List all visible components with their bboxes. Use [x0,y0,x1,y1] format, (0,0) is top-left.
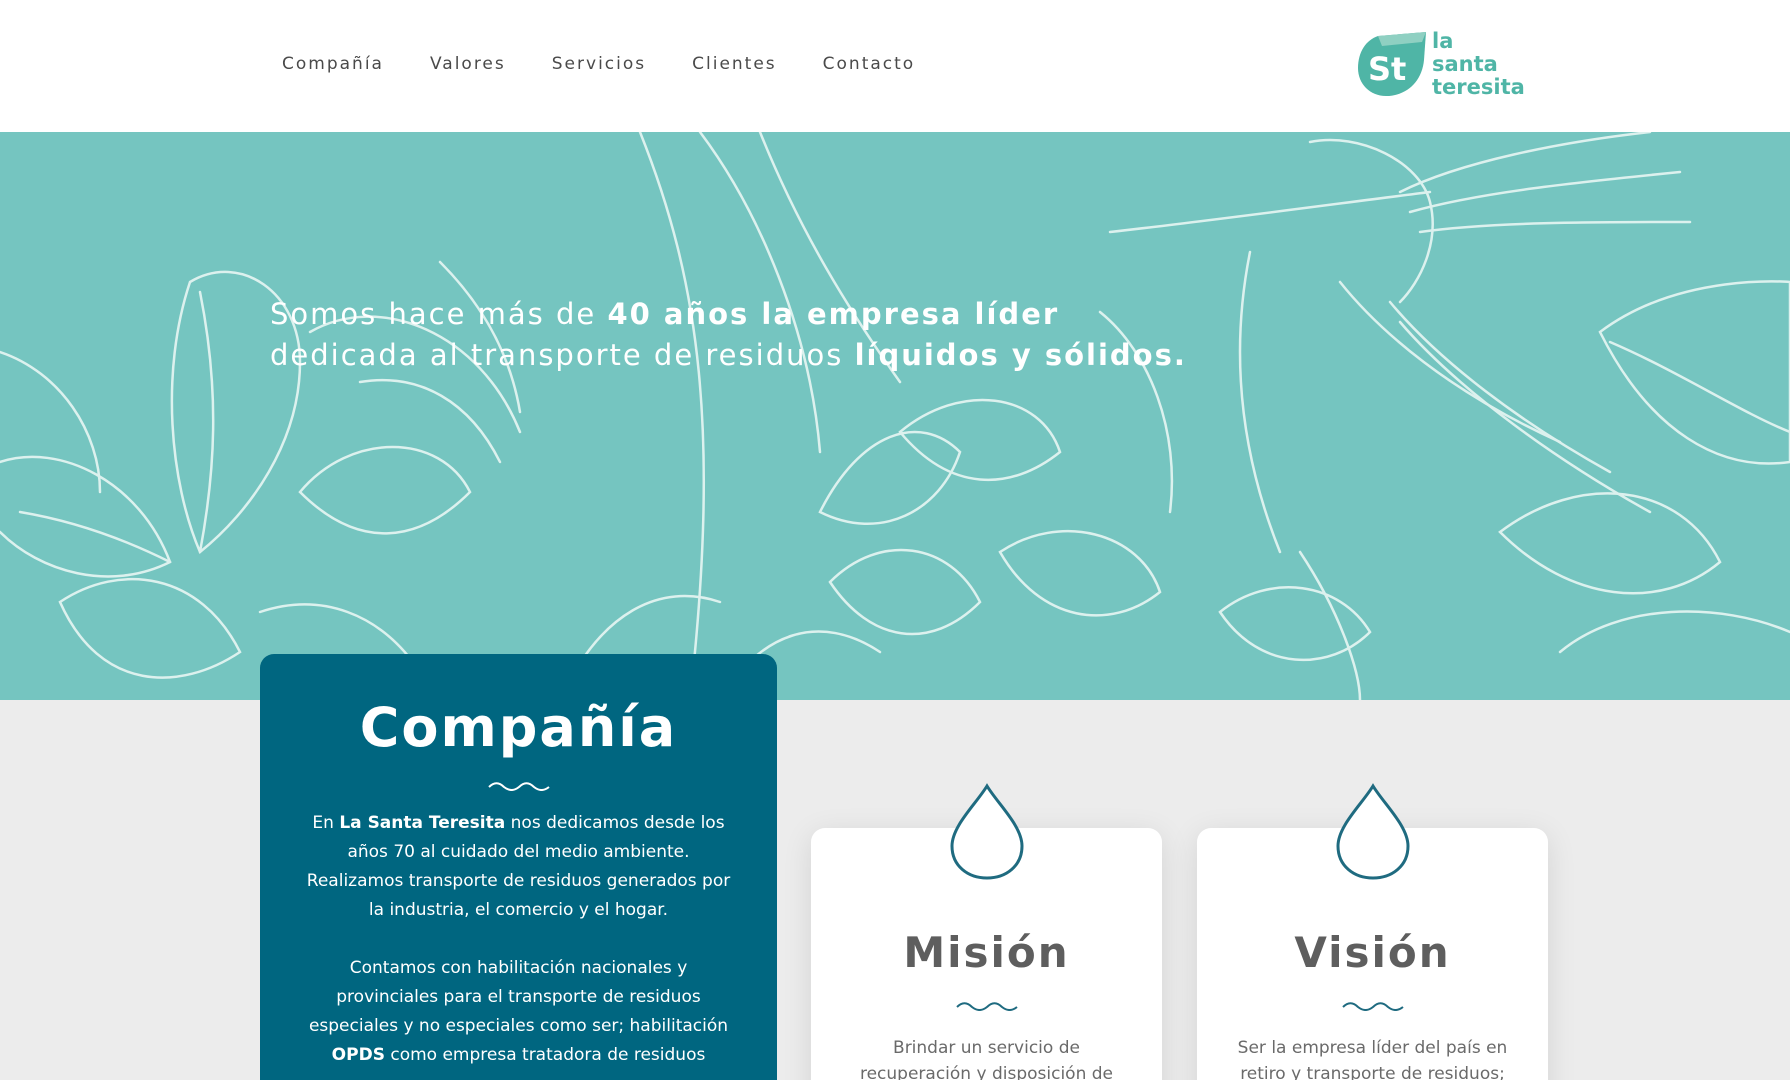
company-description: En La Santa Teresita nos dedicamos desde… [299,809,739,1070]
mision-card: Misión Brindar un servicio de recuperaci… [811,783,1162,1080]
brand-logo[interactable]: St la santa teresita [1356,30,1531,100]
company-p2-after: como empresa tratadora de residuos [384,1045,706,1065]
vision-text: Ser la empresa líder del país en retiro … [1237,1038,1508,1080]
hero-line-1-bold: 40 años la empresa líder [607,297,1060,331]
wave-divider-icon [487,782,550,791]
nav-link-servicios[interactable]: Servicios [552,54,646,74]
vision-card: Visión Ser la empresa líder del país en … [1197,783,1548,1080]
nav-link-compania[interactable]: Compañía [282,54,384,74]
wave-divider-icon [1341,1002,1404,1011]
hero-line-1-normal: Somos hace más de [270,297,608,331]
company-title: Compañía [359,696,678,759]
logo-line-2: santa [1432,52,1498,76]
company-p2-bold: OPDS [331,1045,385,1065]
main-nav: Compañía Valores Servicios Clientes Cont… [282,54,961,74]
vision-title: Visión [1294,928,1451,977]
company-p2-before: Contamos con habilitación nacionales y p… [308,958,729,1036]
botanical-illustration [0,132,1790,700]
nav-link-clientes[interactable]: Clientes [692,54,777,74]
mision-text: Brindar un servicio de recuperación y di… [859,1038,1113,1080]
drop-icon [950,783,1024,880]
drop-icon [1336,783,1410,880]
company-paragraph-1: En La Santa Teresita nos dedicamos desde… [299,809,739,925]
mision-title: Misión [903,928,1070,977]
hero-line-2-normal: dedicada al transporte de residuos [270,338,855,372]
logo-line-3: teresita [1432,75,1525,99]
hero-headline: Somos hace más de 40 años la empresa líd… [270,294,1250,376]
logo-wordmark: la santa teresita [1432,30,1525,99]
company-p1-bold: La Santa Teresita [339,813,506,833]
logo-mark-text: St [1368,50,1406,88]
hero-line-2: dedicada al transporte de residuos líqui… [270,335,1250,376]
hero-banner: Somos hace más de 40 años la empresa líd… [0,132,1790,700]
company-paragraph-2: Contamos con habilitación nacionales y p… [299,954,739,1070]
hero-line-2-bold: líquidos y sólidos. [854,338,1187,372]
hero-line-1: Somos hace más de 40 años la empresa líd… [270,294,1250,335]
logo-mark-icon: St [1358,32,1426,96]
nav-link-valores[interactable]: Valores [430,54,506,74]
wave-divider-icon [955,1002,1018,1011]
company-card: Compañía En La Santa Teresita nos dedica… [260,654,777,1080]
site-header: Compañía Valores Servicios Clientes Cont… [0,0,1790,132]
nav-link-contacto[interactable]: Contacto [823,54,916,74]
logo-line-1: la [1432,29,1454,53]
company-p1-before: En [312,813,340,833]
